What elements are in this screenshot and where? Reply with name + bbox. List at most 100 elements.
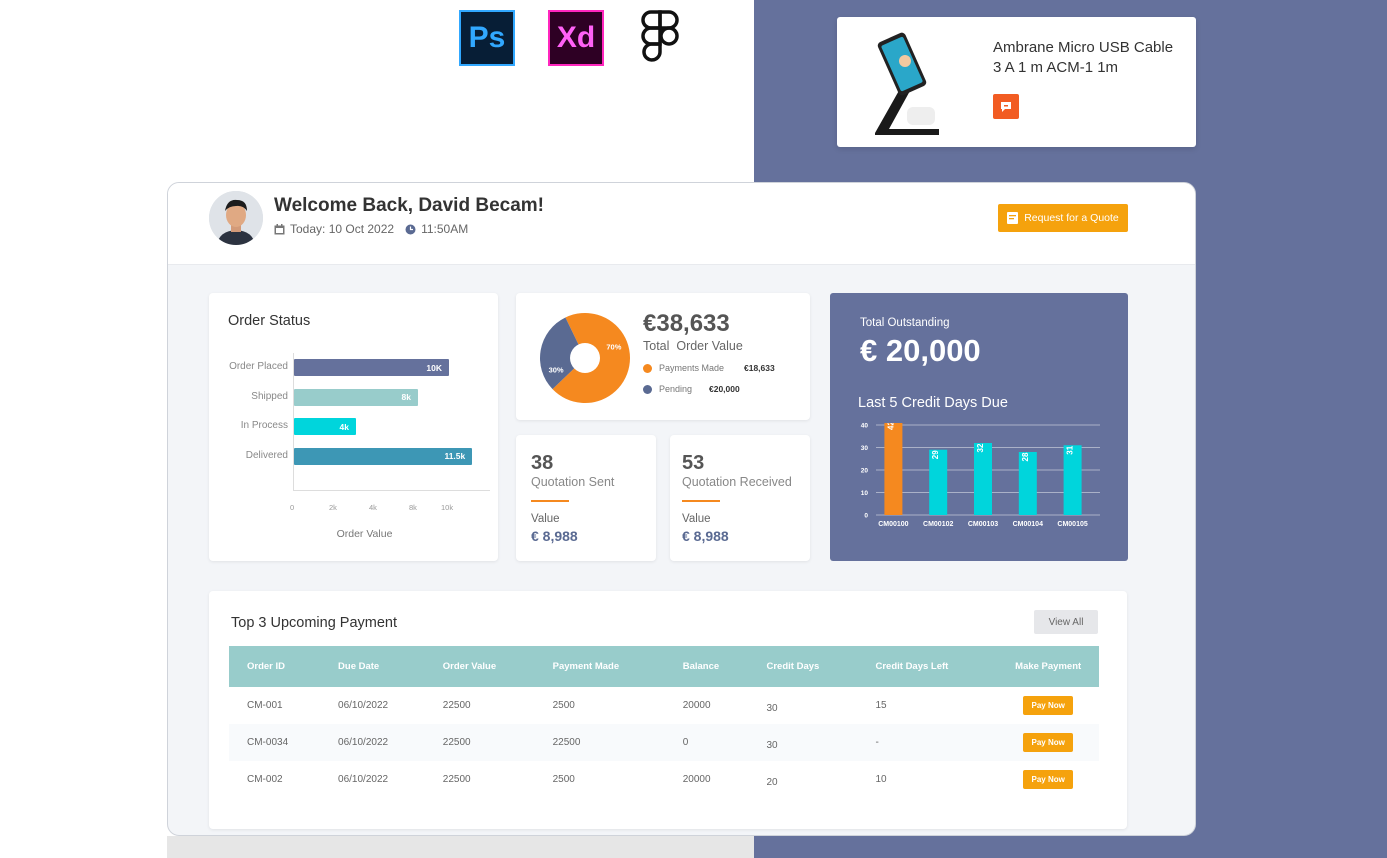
credit-bar-value: 31: [1066, 445, 1075, 454]
cell-order-id: CM-0034: [229, 724, 321, 761]
quotation-sent-value-label: Value: [531, 513, 560, 525]
total-order-label: Total Order Value: [643, 339, 743, 353]
calendar-icon: [274, 223, 285, 234]
x-tick-label: CM00100: [878, 521, 908, 528]
clock-icon: [405, 224, 416, 234]
order-bar[interactable]: 4k: [294, 418, 356, 435]
column-header: Credit Days Left: [857, 646, 998, 687]
time-text: 11:50AM: [421, 222, 469, 236]
pay-now-button[interactable]: Pay Now: [1023, 696, 1073, 715]
column-header: Make Payment: [997, 646, 1099, 687]
y-axis-line: [293, 353, 294, 490]
order-status-card: Order Status Order Placed 10K Shipped 8k In …: [209, 293, 498, 561]
cell-days-left: -: [857, 724, 998, 761]
cell-due-date: 06/10/2022: [338, 774, 389, 785]
legend-label-pending: Pending: [659, 384, 693, 394]
cell-payment-made: 2500: [552, 774, 575, 785]
date-text: Today: 10 Oct 2022: [290, 222, 395, 236]
quotation-sent-divider: [531, 500, 569, 502]
order-x-tick: 10k: [441, 503, 454, 512]
quotation-received-card[interactable]: 53 Quotation Received Value € 8,988: [670, 435, 810, 561]
cell-order-value: 22500: [424, 724, 535, 761]
phone-stand-image: [867, 29, 947, 135]
request-quote-button[interactable]: Request for a Quote: [998, 204, 1128, 232]
cell-days-left: 15: [875, 700, 887, 711]
cell-payment-made: 2500: [552, 700, 575, 711]
dashboard: Welcome Back, David Becam! Today: 10 Oct…: [167, 182, 1196, 836]
legend-pending: Pending €20,000: [643, 384, 740, 394]
chat-button[interactable]: [993, 94, 1019, 119]
x-axis-line: [293, 490, 490, 491]
xd-label: Xd: [556, 21, 596, 54]
background-shadow: [167, 836, 754, 858]
outstanding-amount: € 20,000: [860, 333, 981, 368]
x-tick-label: CM00104: [1013, 521, 1043, 528]
payments-title: Top 3 Upcoming Payment: [231, 615, 398, 631]
credit-bar-value: 29: [931, 450, 940, 459]
cell-action: Pay Now: [997, 687, 1099, 724]
y-tick-label: 30: [861, 445, 869, 452]
y-tick-label: 0: [864, 513, 868, 520]
credit-bar[interactable]: [974, 443, 992, 515]
quotation-received-value: € 8,988: [682, 528, 729, 544]
chat-icon: [1001, 101, 1011, 112]
quotation-sent-label: Quotation Sent: [531, 475, 615, 489]
order-bar[interactable]: 8k: [294, 388, 418, 406]
legend-dot-payments: [643, 363, 652, 373]
cell-due-date: 06/10/2022: [338, 700, 389, 711]
order-status-title: Order Status: [228, 313, 311, 329]
y-tick-label: 40: [861, 423, 869, 430]
credit-days-chart: 0 10 20 30 40 42 CM00100 29 CM00102 32 CM00103 28 CM…: [861, 423, 1100, 528]
legend-payments-made: Payments Made €18,633: [643, 363, 775, 373]
pay-now-button[interactable]: Pay Now: [1023, 770, 1073, 789]
cell-balance: 20000: [682, 700, 711, 711]
credit-bar[interactable]: [1063, 445, 1082, 515]
y-tick-label: 10: [861, 490, 869, 497]
dashboard-header: Welcome Back, David Becam! Today: 10 Oct…: [168, 183, 1195, 265]
column-header: Order Value: [424, 646, 535, 687]
quotation-sent-count: 38: [531, 452, 554, 474]
order-bar-label: In Process: [240, 420, 288, 431]
cell-credit-days: 30: [748, 724, 858, 761]
order-x-tick: 2k: [329, 503, 337, 512]
quotation-received-count: 53: [682, 452, 705, 474]
order-value-card: 70% 30% €38,633 Total Order Value Payment…: [516, 293, 810, 420]
order-x-tick: 4k: [369, 503, 377, 512]
credit-bar-value: 28: [1021, 452, 1030, 461]
payments-card: Top 3 Upcoming Payment View All Order ID…: [209, 591, 1127, 829]
legend-label-payments: Payments Made: [659, 363, 725, 373]
order-bar[interactable]: 10K: [294, 359, 449, 376]
pie-hole: [570, 343, 600, 373]
credit-bar[interactable]: [884, 423, 903, 515]
cell-order-value: 22500: [442, 774, 471, 785]
cell-due-date: 06/10/2022: [320, 724, 425, 761]
cell-order-id: CM-002: [247, 774, 283, 785]
pie-slice-label: 30%: [549, 365, 564, 374]
x-tick-label: CM00103: [968, 521, 998, 528]
x-tick-label: CM00102: [923, 521, 953, 528]
column-header: Payment Made: [534, 646, 665, 687]
quotation-sent-card[interactable]: 38 Quotation Sent Value € 8,988: [516, 435, 656, 561]
legend-dot-pending: [643, 384, 652, 394]
product-card[interactable]: Ambrane Micro USB Cable 3 A 1 m ACM-1 1m: [837, 17, 1196, 147]
table-header-row: Order ID Due Date Order Value Payment Ma…: [229, 646, 1099, 687]
credit-days-title: Last 5 Credit Days Due: [858, 395, 1008, 411]
quotation-received-value-label: Value: [682, 513, 711, 525]
table-row: CM-0034 06/10/2022 22500 22500 0 30 - Pa…: [229, 724, 1099, 761]
cell-order-id: CM-001: [247, 700, 283, 711]
cell-order-value: 22500: [442, 700, 471, 711]
order-bar[interactable]: 11.5k: [294, 447, 473, 465]
quotation-received-label: Quotation Received: [682, 475, 792, 489]
quotation-sent-value: € 8,988: [531, 528, 578, 544]
cell-action: Pay Now: [997, 724, 1099, 761]
view-all-button[interactable]: View All: [1034, 610, 1098, 634]
order-bar-label: Delivered: [245, 449, 288, 461]
order-status-xlabel: Order Value: [336, 528, 393, 540]
table-row: CM-001 06/10/2022 22500 2500 20000 30 15…: [229, 687, 1099, 724]
product-name: Ambrane Micro USB Cable 3 A 1 m ACM-1 1m: [993, 39, 1174, 76]
pay-now-button[interactable]: Pay Now: [1023, 733, 1073, 752]
cell-balance: 0: [664, 724, 749, 761]
avatar[interactable]: [209, 191, 263, 245]
order-bar-label: Order Placed: [229, 361, 288, 372]
order-bar-label: Shipped: [251, 390, 288, 402]
